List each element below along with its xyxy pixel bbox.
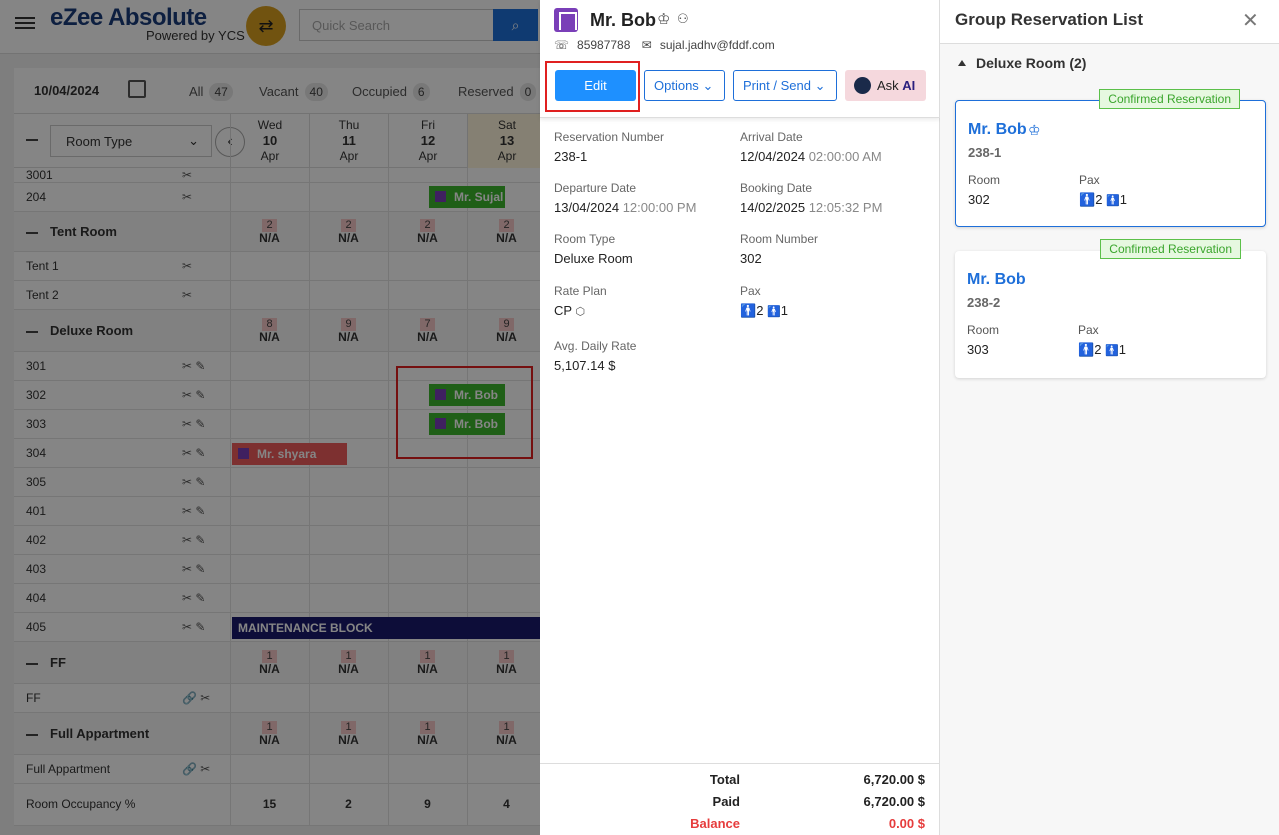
child-icon: 🚹 xyxy=(1106,195,1120,207)
field-pax: Pax 🚹2 🚹1 xyxy=(740,284,788,318)
modal-overlay[interactable] xyxy=(0,0,540,835)
close-icon[interactable]: ✕ xyxy=(1242,11,1259,31)
chevron-down-icon: ⌄ xyxy=(702,78,714,93)
group-panel-header: Group Reservation List ✕ xyxy=(940,0,1279,44)
field-rate-plan: Rate Plan CP ⬡ xyxy=(554,284,607,318)
ask-label: Ask xyxy=(877,78,899,93)
reservation-detail-panel: Mr. Bob ♔ ⚇ ☏ 85987788 ✉ sujal.jadhv@fddf.… xyxy=(540,0,940,835)
card-pax: 🚹2 🚹1 xyxy=(1079,192,1127,207)
field-adr: Avg. Daily Rate 5,107.14 $ xyxy=(554,339,637,373)
phone-icon: ☏ xyxy=(554,38,570,52)
ask-ai-button[interactable]: Ask AI xyxy=(845,70,926,101)
card-pax: 🚹2 🚹1 xyxy=(1078,342,1126,357)
total-row: Total 6,720.00 $ xyxy=(709,772,925,787)
card-room-label: Room xyxy=(967,323,1000,337)
child-icon: 🚹 xyxy=(767,306,781,318)
card-room-label: Room xyxy=(968,173,1001,187)
totals-section: Total 6,720.00 $ Paid 6,720.00 $ Balance 0.… xyxy=(540,763,940,835)
adult-icon: 🚹 xyxy=(1078,342,1095,357)
collapse-triangle-icon xyxy=(958,60,966,66)
field-room-number: Room Number 302 xyxy=(740,232,819,266)
field-room-type: Room Type Deluxe Room xyxy=(554,232,633,266)
ai-icon xyxy=(854,77,871,94)
guest-name: Mr. Bob xyxy=(590,10,656,30)
balance-row: Balance 0.00 $ xyxy=(690,816,925,831)
phone: 85987788 xyxy=(577,38,631,52)
status-badge: Confirmed Reservation xyxy=(1099,89,1240,109)
mail-icon: ✉ xyxy=(641,38,652,52)
card-reservation-number: 238-2 xyxy=(967,295,1001,310)
card-guest-name[interactable]: Mr. Bob xyxy=(967,271,1026,289)
card-pax-label: Pax xyxy=(1078,323,1099,337)
print-label: Print / Send xyxy=(743,78,811,93)
hotel-icon xyxy=(554,8,578,32)
chevron-down-icon: ⌄ xyxy=(814,78,826,93)
card-reservation-number: 238-1 xyxy=(968,145,1002,160)
contact-info: ☏ 85987788 ✉ sujal.jadhv@fddf.com xyxy=(554,38,783,52)
field-arrival-date: Arrival Date 12/04/2024 02:00:00 AM xyxy=(740,130,882,164)
field-departure-date: Departure Date 13/04/2024 12:00:00 PM xyxy=(554,181,697,215)
child-icon: 🚹 xyxy=(1105,345,1119,357)
adult-icon: 🚹 xyxy=(1079,192,1096,207)
field-reservation-number: Reservation Number 238-1 xyxy=(554,130,665,164)
group-icon: ⚇ xyxy=(677,11,689,26)
card-pax-label: Pax xyxy=(1079,173,1100,187)
vip-crown-icon: ♔ xyxy=(1028,122,1041,138)
vip-crown-icon: ♔ xyxy=(657,11,671,28)
detail-header: Mr. Bob ♔ ⚇ ☏ 85987788 ✉ sujal.jadhv@fddf.… xyxy=(540,0,940,118)
card-room: 303 xyxy=(967,342,989,357)
print-send-button[interactable]: Print / Send ⌄ xyxy=(733,70,837,101)
section-label: Deluxe Room (2) xyxy=(976,55,1087,71)
card-guest-name[interactable]: Mr. Bob xyxy=(968,121,1027,139)
paid-row: Paid 6,720.00 $ xyxy=(712,794,925,809)
email: sujal.jadhv@fddf.com xyxy=(659,38,775,52)
ai-label: AI xyxy=(902,78,916,93)
card-room: 302 xyxy=(968,192,990,207)
group-reservation-card[interactable]: Confirmed Reservation Mr. Bob ♔ 238-1 Ro… xyxy=(955,89,1266,227)
group-panel-title: Group Reservation List xyxy=(955,10,1143,29)
status-badge: Confirmed Reservation xyxy=(1100,239,1241,259)
group-reservation-card[interactable]: Confirmed Reservation Mr. Bob 238-2 Room… xyxy=(955,239,1266,378)
highlight-box xyxy=(545,61,640,112)
group-reservation-panel: Group Reservation List ✕ Deluxe Room (2)… xyxy=(940,0,1279,835)
package-icon: ⬡ xyxy=(575,306,586,318)
options-button[interactable]: Options ⌄ xyxy=(644,70,725,101)
adult-icon: 🚹 xyxy=(740,303,757,318)
options-label: Options xyxy=(654,78,699,93)
field-booking-date: Booking Date 14/02/2025 12:05:32 PM xyxy=(740,181,883,215)
room-type-section[interactable]: Deluxe Room (2) xyxy=(958,55,1086,71)
